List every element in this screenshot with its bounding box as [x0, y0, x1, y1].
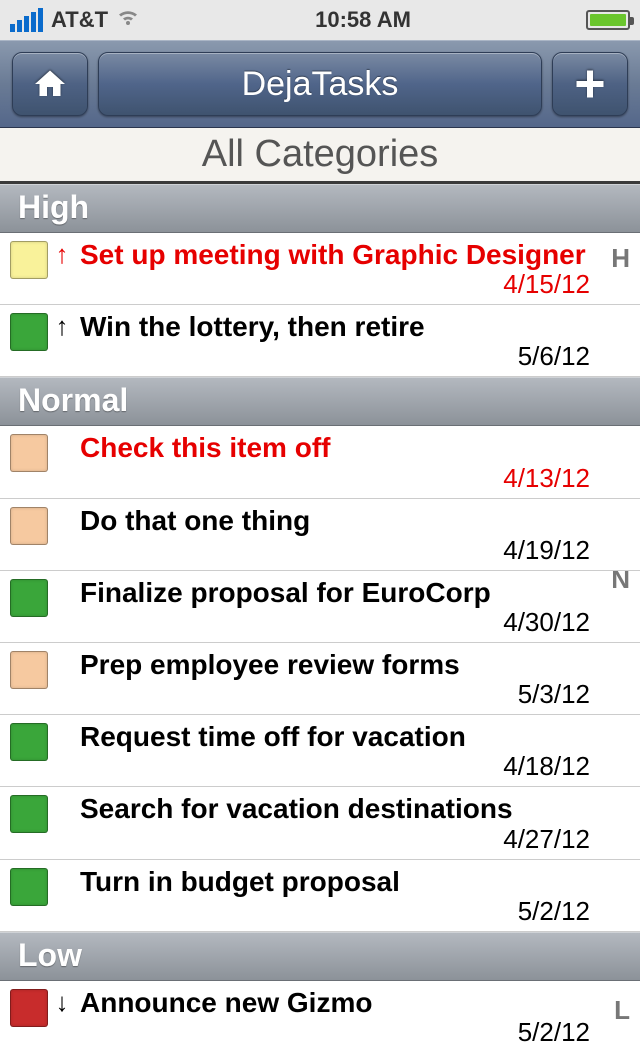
task-date: 4/19/12	[80, 535, 630, 566]
section-label: High	[18, 189, 89, 225]
clock: 10:58 AM	[315, 7, 411, 33]
category-swatch	[10, 313, 48, 351]
status-bar: AT&T 10:58 AM	[0, 0, 640, 40]
task-date: 4/15/12	[80, 269, 630, 300]
category-swatch	[10, 989, 48, 1027]
task-title: Win the lottery, then retire	[80, 311, 630, 343]
task-date: 5/2/12	[80, 1017, 630, 1048]
category-swatch	[10, 434, 48, 472]
task-title: Finalize proposal for EuroCorp	[80, 577, 630, 609]
task-list[interactable]: High H ↑ Set up meeting with Graphic Des…	[0, 184, 640, 1053]
subtitle-text: All Categories	[202, 133, 439, 176]
task-title: Announce new Gizmo	[80, 987, 630, 1019]
task-title: Request time off for vacation	[80, 721, 630, 753]
task-title: Set up meeting with Graphic Designer	[80, 239, 630, 271]
task-row[interactable]: Check this item off 4/13/12	[0, 426, 640, 498]
category-swatch	[10, 241, 48, 279]
category-swatch	[10, 795, 48, 833]
task-date: 4/27/12	[80, 824, 630, 855]
task-row[interactable]: ↑ Set up meeting with Graphic Designer 4…	[0, 233, 640, 305]
app-title: DejaTasks	[242, 65, 399, 104]
priority-up-icon: ↑	[48, 311, 76, 342]
section-header-low: Low L	[0, 932, 640, 981]
task-date: 5/2/12	[80, 896, 630, 927]
task-title: Do that one thing	[80, 505, 630, 537]
subtitle: All Categories	[0, 128, 640, 184]
section-header-normal: Normal N	[0, 377, 640, 426]
signal-icon	[10, 8, 43, 32]
home-icon	[32, 66, 68, 102]
task-row[interactable]: Request time off for vacation 4/18/12	[0, 715, 640, 787]
battery-icon	[586, 10, 630, 30]
task-row[interactable]: Prep employee review forms 5/3/12	[0, 643, 640, 715]
category-swatch	[10, 868, 48, 906]
task-date: 4/30/12	[80, 607, 630, 638]
home-button[interactable]	[12, 52, 88, 116]
section-label: Normal	[18, 382, 128, 418]
category-swatch	[10, 651, 48, 689]
carrier-label: AT&T	[51, 7, 108, 33]
task-row[interactable]: Finalize proposal for EuroCorp 4/30/12	[0, 571, 640, 643]
priority-down-icon: ↓	[48, 987, 76, 1018]
plus-icon	[572, 66, 608, 102]
task-title: Search for vacation destinations	[80, 793, 630, 825]
section-label: Low	[18, 937, 82, 973]
task-row[interactable]: Do that one thing 4/19/12	[0, 499, 640, 571]
section-header-high: High H	[0, 184, 640, 233]
priority-up-icon: ↑	[48, 239, 76, 270]
title-button[interactable]: DejaTasks	[98, 52, 542, 116]
wifi-icon	[116, 7, 140, 33]
category-swatch	[10, 579, 48, 617]
task-row[interactable]: Turn in budget proposal 5/2/12	[0, 860, 640, 932]
task-row[interactable]: ↑ Win the lottery, then retire 5/6/12	[0, 305, 640, 377]
category-swatch	[10, 723, 48, 761]
task-date: 4/13/12	[80, 463, 630, 494]
task-row[interactable]: ↓ Announce new Gizmo 5/2/12	[0, 981, 640, 1053]
task-date: 4/18/12	[80, 751, 630, 782]
status-left: AT&T	[10, 7, 140, 33]
category-swatch	[10, 507, 48, 545]
task-date: 5/6/12	[80, 341, 630, 372]
task-title: Prep employee review forms	[80, 649, 630, 681]
task-date: 5/3/12	[80, 679, 630, 710]
nav-bar: DejaTasks	[0, 40, 640, 128]
task-title: Turn in budget proposal	[80, 866, 630, 898]
task-row[interactable]: Search for vacation destinations 4/27/12	[0, 787, 640, 859]
task-title: Check this item off	[80, 432, 630, 464]
add-button[interactable]	[552, 52, 628, 116]
